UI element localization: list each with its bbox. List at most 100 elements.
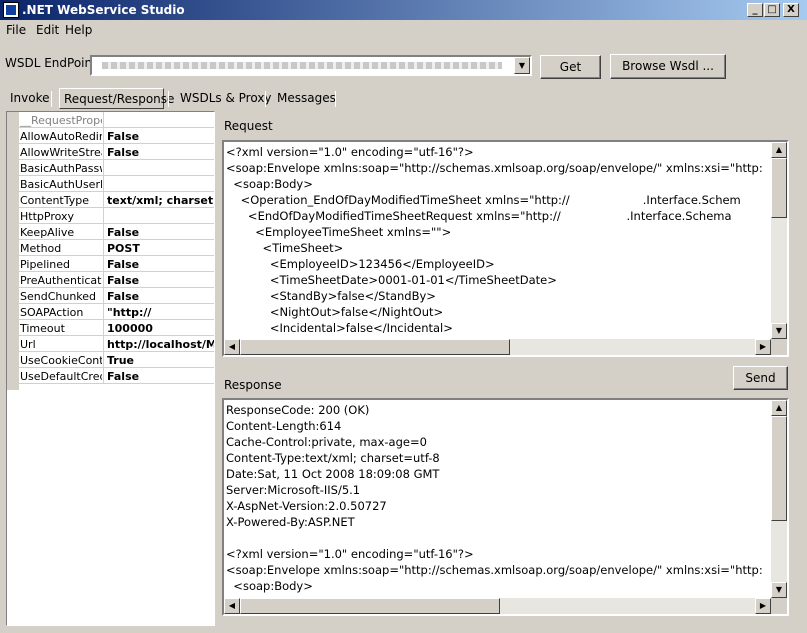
property-name: Url (20, 338, 36, 351)
response-text: ResponseCode: 200 (OK) Content-Length:614… (226, 402, 763, 594)
grid-row[interactable]: AllowWriteStreamBuffering False (7, 144, 214, 160)
maximize-button[interactable]: □ (764, 3, 780, 17)
property-value[interactable]: "http:// (107, 306, 214, 319)
title-bar: .NET WebService Studio _ □ X (0, 0, 807, 20)
property-value[interactable]: False (107, 370, 214, 383)
property-value[interactable]: False (107, 146, 214, 159)
grid-row[interactable]: PreAuthenticate False (7, 272, 214, 288)
menu-edit[interactable]: Edit (36, 23, 59, 37)
response-textbox[interactable]: ResponseCode: 200 (OK) Content-Length:614… (222, 398, 789, 616)
grid-row[interactable]: BasicAuthUserName (7, 176, 214, 192)
grid-row[interactable]: Timeout 100000 (7, 320, 214, 336)
property-value[interactable]: http://localhost/M (107, 338, 214, 351)
response-line: Content-Length:614 (226, 419, 342, 433)
response-horizontal-scrollbar[interactable]: ◀ ▶ (224, 598, 771, 614)
scroll-up-icon[interactable]: ▲ (771, 142, 787, 158)
property-value[interactable]: False (107, 258, 214, 271)
tab-invoke[interactable]: Invoke (6, 88, 54, 109)
scroll-thumb[interactable] (240, 598, 500, 614)
request-textbox[interactable]: <?xml version="1.0" encoding="utf-16"?> <… (222, 140, 789, 357)
response-line: <?xml version="1.0" encoding="utf-16"?> (226, 547, 474, 561)
property-value[interactable]: POST (107, 242, 214, 255)
response-line: Date:Sat, 11 Oct 2008 18:09:08 GMT (226, 467, 440, 481)
grid-row[interactable]: Method POST (7, 240, 214, 256)
response-line: X-Powered-By:ASP.NET (226, 515, 355, 529)
wsdl-endpoint-combo[interactable]: ▼ (90, 55, 532, 76)
response-line: Server:Microsoft-IIS/5.1 (226, 483, 361, 497)
response-line (226, 530, 763, 546)
wsdl-endpoint-label: WSDL EndPoint (5, 56, 97, 70)
grid-row[interactable]: ContentType text/xml; charset=utf-8 (7, 192, 214, 208)
scroll-up-icon[interactable]: ▲ (771, 400, 787, 416)
request-line: <NightOut>false</NightOut> (226, 305, 444, 319)
scroll-down-icon[interactable]: ▼ (771, 582, 787, 598)
property-name: AllowWriteStreamBuffering (20, 146, 102, 159)
scroll-right-icon[interactable]: ▶ (755, 598, 771, 614)
property-value[interactable]: text/xml; charset=utf-8 (107, 194, 214, 207)
grid-row[interactable]: SOAPAction "http:// (7, 304, 214, 320)
menu-help[interactable]: Help (65, 23, 92, 37)
grid-row[interactable]: AllowAutoRedirect False (7, 128, 214, 144)
minimize-button[interactable]: _ (747, 3, 763, 17)
grid-row[interactable]: HttpProxy (7, 208, 214, 224)
get-button[interactable]: Get (540, 55, 601, 79)
property-name: SendChunked (20, 290, 97, 303)
scroll-thumb[interactable] (771, 158, 787, 218)
scroll-left-icon[interactable]: ◀ (224, 339, 240, 355)
grid-row[interactable]: SendChunked False (7, 288, 214, 304)
response-line: ResponseCode: 200 (OK) (226, 403, 370, 417)
property-name: UseDefaultCredentials (20, 370, 102, 383)
request-vertical-scrollbar[interactable]: ▲ ▼ (771, 142, 787, 339)
wsdl-endpoint-value (102, 62, 502, 69)
response-line: <soap:Body> (226, 579, 313, 593)
grid-row[interactable]: Pipelined False (7, 256, 214, 272)
grid-header-row: __RequestProperties (7, 112, 214, 128)
property-name: KeepAlive (20, 226, 75, 239)
request-label: Request (224, 119, 273, 133)
tab-separator (168, 91, 169, 107)
grid-row[interactable]: UseCookieContainer True (7, 352, 214, 368)
scroll-thumb[interactable] (240, 339, 510, 355)
property-name: Timeout (20, 322, 65, 335)
request-line: <TimeSheet> (226, 241, 344, 255)
request-properties-grid[interactable]: __RequestProperties AllowAutoRedirect Fal… (6, 111, 215, 626)
property-value[interactable]: False (107, 130, 214, 143)
request-horizontal-scrollbar[interactable]: ◀ ▶ (224, 339, 771, 355)
property-value[interactable]: False (107, 290, 214, 303)
property-value[interactable]: 100000 (107, 322, 214, 335)
request-line: <EmployeeID>123456</EmployeeID> (226, 257, 495, 271)
browse-wsdl-button[interactable]: Browse Wsdl ... (610, 54, 726, 79)
property-name: Pipelined (20, 258, 71, 271)
response-line: Content-Type:text/xml; charset=utf-8 (226, 451, 440, 465)
tab-separator (265, 91, 266, 107)
request-line: <EndOfDayModifiedTimeSheetRequest xmlns=… (226, 209, 732, 223)
grid-row[interactable]: BasicAuthPassword (7, 160, 214, 176)
response-vertical-scrollbar[interactable]: ▲ ▼ (771, 400, 787, 598)
property-name: UseCookieContainer (20, 354, 102, 367)
grid-row[interactable]: UseDefaultCredentials False (7, 368, 214, 384)
grid-row[interactable]: Url http://localhost/M (7, 336, 214, 352)
property-name: PreAuthenticate (20, 274, 102, 287)
scroll-down-icon[interactable]: ▼ (771, 323, 787, 339)
window-title: .NET WebService Studio (22, 3, 185, 17)
menu-file[interactable]: File (6, 23, 26, 37)
tab-request-response[interactable]: Request/Response (59, 88, 174, 109)
scroll-thumb[interactable] (771, 416, 787, 521)
grid-row[interactable]: KeepAlive False (7, 224, 214, 240)
response-line: <soap:Envelope xmlns:soap="http://schema… (226, 563, 763, 577)
request-line: <Operation_EndOfDayModifiedTimeSheet xml… (226, 193, 741, 207)
property-value[interactable]: False (107, 226, 214, 239)
close-button[interactable]: X (783, 3, 799, 17)
scroll-right-icon[interactable]: ▶ (755, 339, 771, 355)
response-line: X-AspNet-Version:2.0.50727 (226, 499, 387, 513)
request-line: <Incidental>false</Incidental> (226, 321, 453, 335)
property-value[interactable]: True (107, 354, 214, 367)
request-xml-text: <?xml version="1.0" encoding="utf-16"?> <… (226, 144, 763, 336)
chevron-down-icon[interactable]: ▼ (514, 57, 530, 74)
tab-messages[interactable]: Messages (273, 88, 340, 109)
tab-wsdls-proxy[interactable]: WSDLs & Proxy (176, 88, 276, 109)
property-value[interactable]: False (107, 274, 214, 287)
scroll-left-icon[interactable]: ◀ (224, 598, 240, 614)
send-button[interactable]: Send (733, 366, 788, 390)
property-name: HttpProxy (20, 210, 75, 223)
